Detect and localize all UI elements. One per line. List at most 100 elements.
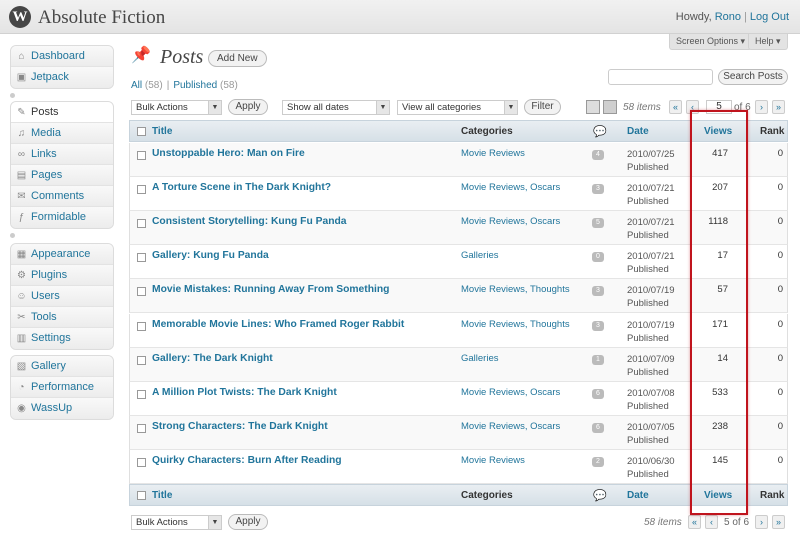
row-checkbox[interactable] bbox=[137, 423, 146, 433]
next-page-button[interactable]: › bbox=[755, 100, 768, 114]
next-page-button-bottom[interactable]: › bbox=[755, 515, 768, 529]
categories-select[interactable]: View all categories ▼ bbox=[397, 100, 518, 115]
sidebar-item-gallery[interactable]: ▧ Gallery bbox=[11, 356, 113, 377]
post-title-link[interactable]: Memorable Movie Lines: Who Framed Roger … bbox=[152, 319, 404, 330]
row-checkbox[interactable] bbox=[137, 185, 146, 195]
sidebar-item-label: Users bbox=[31, 290, 60, 302]
row-checkbox[interactable] bbox=[137, 287, 146, 297]
sidebar-item-dashboard[interactable]: ⌂ Dashboard bbox=[11, 46, 113, 67]
apply-button[interactable]: Apply bbox=[228, 99, 268, 115]
comment-count-icon[interactable]: 3 bbox=[592, 286, 604, 297]
post-categories[interactable]: Galleries bbox=[461, 353, 499, 364]
sidebar-item-posts[interactable]: ✎ Posts bbox=[11, 102, 113, 123]
sidebar-item-users[interactable]: ☺ Users bbox=[11, 286, 113, 307]
sidebar-item-settings[interactable]: ▥ Settings bbox=[11, 328, 113, 349]
media-icon: ♫ bbox=[17, 128, 26, 139]
column-date-footer[interactable]: Date bbox=[627, 490, 649, 501]
search-input[interactable] bbox=[608, 69, 713, 85]
total-pages: of 6 bbox=[734, 102, 751, 113]
first-page-button[interactable]: « bbox=[669, 100, 682, 114]
sidebar-item-media[interactable]: ♫ Media bbox=[11, 123, 113, 144]
post-title-link[interactable]: Unstoppable Hero: Man on Fire bbox=[152, 148, 305, 159]
sidebar-item-pages[interactable]: ▤ Pages bbox=[11, 165, 113, 186]
logout-link[interactable]: Log Out bbox=[750, 11, 789, 23]
comment-count-icon[interactable]: 5 bbox=[592, 218, 604, 229]
tools-icon: ✂ bbox=[17, 312, 26, 323]
comment-bubble-icon[interactable]: 💬 bbox=[593, 489, 607, 502]
post-title-link[interactable]: Gallery: The Dark Knight bbox=[152, 353, 273, 364]
users-icon: ☺ bbox=[16, 291, 27, 302]
bulk-actions-select[interactable]: Bulk Actions ▼ bbox=[131, 100, 222, 115]
comment-count-icon[interactable]: 0 bbox=[592, 252, 604, 263]
prev-page-button[interactable]: ‹ bbox=[686, 100, 699, 114]
row-checkbox[interactable] bbox=[137, 321, 146, 331]
post-categories[interactable]: Movie Reviews, Oscars bbox=[461, 387, 560, 398]
column-views-footer[interactable]: Views bbox=[704, 490, 732, 501]
post-title-link[interactable]: Strong Characters: The Dark Knight bbox=[152, 421, 328, 432]
comment-count-icon[interactable]: 4 bbox=[592, 150, 604, 160]
column-date-header[interactable]: Date bbox=[627, 126, 649, 137]
post-title-link[interactable]: Quirky Characters: Burn After Reading bbox=[152, 455, 342, 466]
last-page-button[interactable]: » bbox=[772, 100, 785, 114]
sidebar-item-appearance[interactable]: ▦ Appearance bbox=[11, 244, 113, 265]
select-all-checkbox[interactable] bbox=[137, 127, 146, 136]
column-title-header[interactable]: Title bbox=[152, 126, 172, 137]
post-categories[interactable]: Galleries bbox=[461, 250, 499, 261]
comment-bubble-icon[interactable]: 💬 bbox=[593, 125, 607, 138]
filter-button[interactable]: Filter bbox=[524, 99, 561, 115]
dates-select[interactable]: Show all dates ▼ bbox=[282, 100, 390, 115]
sidebar-item-formidable[interactable]: ƒ Formidable bbox=[11, 207, 113, 228]
post-title-link[interactable]: A Million Plot Twists: The Dark Knight bbox=[152, 387, 337, 398]
comment-count-icon[interactable]: 3 bbox=[592, 184, 604, 195]
sidebar-item-plugins[interactable]: ⚙ Plugins bbox=[11, 265, 113, 286]
comment-count-icon[interactable]: 6 bbox=[592, 388, 604, 399]
row-checkbox[interactable] bbox=[137, 457, 146, 467]
excerpt-view-icon[interactable] bbox=[603, 100, 617, 114]
sidebar-item-performance[interactable]: ◔ Performance bbox=[11, 377, 113, 398]
post-title-link[interactable]: Gallery: Kung Fu Panda bbox=[152, 250, 269, 261]
column-views-header[interactable]: Views bbox=[704, 126, 732, 137]
comment-count-icon[interactable]: 6 bbox=[592, 422, 604, 433]
select-all-checkbox[interactable] bbox=[137, 491, 146, 500]
current-page-input[interactable]: 5 bbox=[706, 100, 732, 114]
comment-count-icon[interactable]: 2 bbox=[592, 456, 604, 467]
comment-count-icon[interactable]: 1 bbox=[592, 354, 604, 365]
post-categories[interactable]: Movie Reviews, Thoughts bbox=[461, 284, 570, 295]
post-categories[interactable]: Movie Reviews bbox=[461, 148, 525, 159]
post-title-link[interactable]: Consistent Storytelling: Kung Fu Panda bbox=[152, 216, 347, 227]
sidebar-item-label: Jetpack bbox=[31, 71, 69, 83]
post-categories[interactable]: Movie Reviews, Thoughts bbox=[461, 319, 570, 330]
row-checkbox[interactable] bbox=[137, 219, 146, 229]
sidebar-item-wassup[interactable]: ◉ WassUp bbox=[11, 398, 113, 419]
sidebar-item-comments[interactable]: ✉ Comments bbox=[11, 186, 113, 207]
help-button[interactable]: Help ▾ bbox=[748, 34, 788, 50]
site-title[interactable]: Absolute Fiction bbox=[38, 7, 165, 29]
row-checkbox[interactable] bbox=[137, 355, 146, 365]
prev-page-button-bottom[interactable]: ‹ bbox=[705, 515, 718, 529]
sidebar-item-links[interactable]: ∞ Links bbox=[11, 144, 113, 165]
post-categories[interactable]: Movie Reviews, Oscars bbox=[461, 216, 560, 227]
username-link[interactable]: Rono bbox=[715, 11, 741, 23]
row-checkbox[interactable] bbox=[137, 253, 146, 263]
post-categories[interactable]: Movie Reviews, Oscars bbox=[461, 182, 560, 193]
filter-all-link[interactable]: All bbox=[131, 80, 142, 91]
post-title-link[interactable]: Movie Mistakes: Running Away From Someth… bbox=[152, 284, 389, 295]
post-title-link[interactable]: A Torture Scene in The Dark Knight? bbox=[152, 182, 331, 193]
screen-options-button[interactable]: Screen Options ▾ bbox=[669, 34, 753, 50]
row-checkbox[interactable] bbox=[137, 151, 146, 160]
sidebar-item-jetpack[interactable]: ▣ Jetpack bbox=[11, 67, 113, 88]
row-checkbox[interactable] bbox=[137, 389, 146, 399]
add-new-button[interactable]: Add New bbox=[208, 50, 267, 67]
comment-count-icon[interactable]: 3 bbox=[592, 320, 604, 331]
bulk-actions-select-bottom[interactable]: Bulk Actions ▼ bbox=[131, 515, 222, 530]
search-posts-button[interactable]: Search Posts bbox=[718, 69, 788, 85]
filter-published-link[interactable]: Published bbox=[173, 80, 217, 91]
apply-button-bottom[interactable]: Apply bbox=[228, 514, 268, 530]
list-view-icon[interactable] bbox=[586, 100, 600, 114]
post-categories[interactable]: Movie Reviews bbox=[461, 455, 525, 466]
first-page-button-bottom[interactable]: « bbox=[688, 515, 701, 529]
column-title-footer[interactable]: Title bbox=[152, 490, 172, 501]
sidebar-item-tools[interactable]: ✂ Tools bbox=[11, 307, 113, 328]
post-categories[interactable]: Movie Reviews, Oscars bbox=[461, 421, 560, 432]
last-page-button-bottom[interactable]: » bbox=[772, 515, 785, 529]
